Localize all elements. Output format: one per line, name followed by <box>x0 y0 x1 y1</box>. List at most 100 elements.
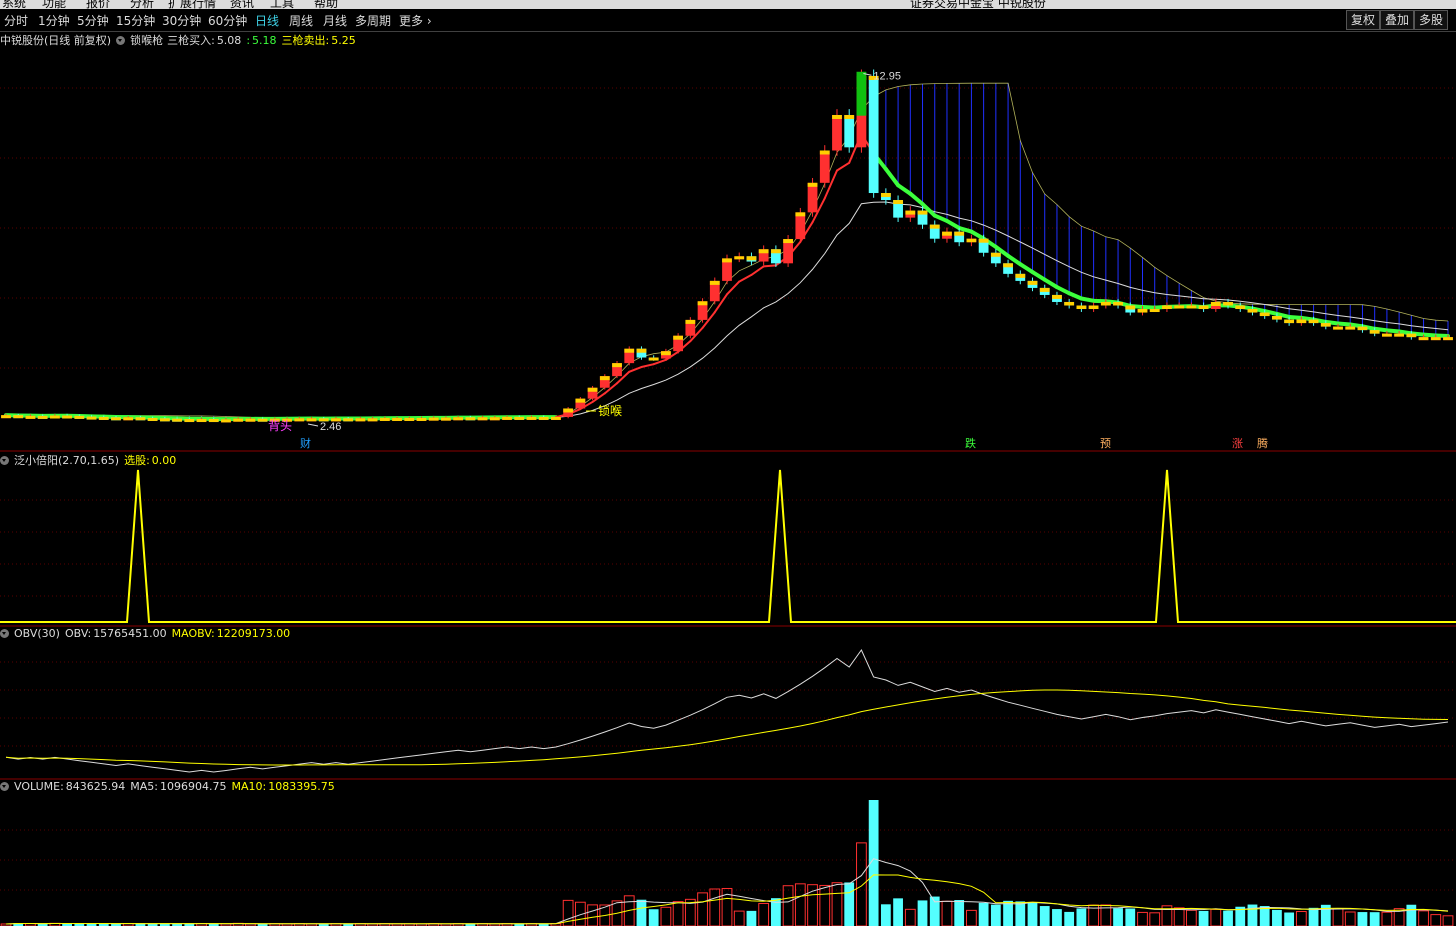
period-tab-10[interactable]: 更多 › <box>399 12 432 29</box>
toolbar-button-1[interactable]: 叠加 <box>1380 10 1415 30</box>
candle-body <box>746 256 757 262</box>
menu-item-0[interactable]: 系统 <box>2 0 26 9</box>
signal-menu-icon[interactable] <box>0 456 9 465</box>
candle-body <box>929 224 940 239</box>
obv-menu-icon[interactable] <box>0 629 9 638</box>
candle-body <box>722 258 732 281</box>
menu-item-1[interactable]: 功能 <box>42 0 66 9</box>
candle-body <box>404 417 415 421</box>
candle-body <box>819 150 830 183</box>
volume-bar <box>587 904 598 926</box>
volume-menu-icon[interactable] <box>0 782 9 791</box>
period-tab-1[interactable]: 1分钟 <box>38 12 70 29</box>
period-tab-2[interactable]: 5分钟 <box>77 12 109 29</box>
volume-bar <box>904 908 916 926</box>
candle-body <box>1333 326 1343 330</box>
candle-body <box>990 252 1001 264</box>
volume-bar <box>611 900 623 926</box>
ma10-value: 1083395.75 <box>268 780 335 793</box>
candle-body <box>1113 301 1123 306</box>
slow-average-line <box>5 201 1449 420</box>
period-tab-9[interactable]: 多周期 <box>355 12 391 29</box>
candle-body <box>856 75 867 148</box>
menu-item-3[interactable]: 分析 <box>130 0 154 9</box>
candle-cap <box>966 238 977 243</box>
volume-bar <box>684 898 696 926</box>
fast-average-segment <box>1421 332 1438 338</box>
fast-average-segment <box>1397 329 1414 336</box>
volume-bar <box>1052 909 1062 926</box>
candle-body <box>1284 319 1295 324</box>
fast-average-segment <box>713 293 728 314</box>
candle-body <box>599 376 610 388</box>
candle-body <box>1149 309 1160 313</box>
toolbar-button-2[interactable]: 多股 <box>1414 10 1449 30</box>
fast-average-segment <box>871 151 888 172</box>
volume-bar <box>709 888 721 926</box>
candle-body <box>98 416 109 420</box>
candle-cap <box>441 417 451 421</box>
menu-item-2[interactable]: 报价 <box>86 0 110 9</box>
menu-item-5[interactable]: 资讯 <box>230 0 254 9</box>
candle-cap <box>1284 319 1295 324</box>
volume-bar <box>660 906 672 926</box>
candle-cap <box>1149 309 1160 313</box>
candle-cap <box>477 417 488 421</box>
candle-cap <box>1015 273 1026 278</box>
candle-body <box>1 415 11 419</box>
candle-body <box>648 357 659 361</box>
volume-bar <box>648 909 659 926</box>
fast-average-segment <box>1054 285 1072 296</box>
candle-body <box>477 417 488 421</box>
period-tab-8[interactable]: 月线 <box>323 12 347 29</box>
period-tab-0[interactable]: 分时 <box>4 12 28 29</box>
candle-cap <box>673 335 684 340</box>
candle-body <box>636 348 647 358</box>
volume-bar <box>770 898 781 926</box>
volume-bar <box>721 887 733 926</box>
fast-average-segment <box>993 244 1011 258</box>
period-tab-7[interactable]: 周线 <box>289 12 313 29</box>
signal-cai: 财 <box>300 436 311 450</box>
toolbar-button-0[interactable]: 复权 <box>1346 10 1381 30</box>
indicator-menu-icon[interactable] <box>116 36 126 45</box>
maobv-value: 12209173.00 <box>216 627 291 640</box>
period-tab-5[interactable]: 60分钟 <box>208 12 247 29</box>
candle-cap <box>49 415 60 419</box>
candle-cap <box>1235 305 1246 310</box>
candle-cap <box>159 418 170 422</box>
candle-cap <box>1137 309 1148 313</box>
menu-item-6[interactable]: 工具 <box>270 0 294 9</box>
period-tab-6[interactable]: 日线 <box>255 12 279 29</box>
window-title: 证券交易中金宝 中锐股份 <box>910 0 1046 9</box>
candle-body <box>917 210 928 225</box>
mid-value: 5.18 <box>252 34 277 47</box>
fast-average-segment <box>591 392 606 403</box>
candle-body <box>1076 305 1087 310</box>
fast-average-segment <box>981 236 998 249</box>
candle-cap <box>1320 323 1331 327</box>
fast-average-segment <box>1323 319 1341 326</box>
candle-body <box>1003 263 1013 274</box>
candle-cap <box>514 416 525 420</box>
menu-item-7[interactable]: 帮助 <box>314 0 338 9</box>
fast-average-segment <box>579 400 594 411</box>
period-tab-3[interactable]: 15分钟 <box>116 12 155 29</box>
buy-value: 5.08 <box>216 34 242 47</box>
menu-item-4[interactable]: 扩展行情 <box>168 0 216 9</box>
maobv-label: MAOBV: <box>171 627 215 640</box>
volume-bar <box>623 895 635 926</box>
candle-body <box>489 417 500 421</box>
period-tab-4[interactable]: 30分钟 <box>162 12 201 29</box>
fast-average-segment <box>1140 304 1157 310</box>
candle-cap <box>306 418 317 422</box>
candle-cap <box>196 419 207 423</box>
candle-body <box>392 417 402 421</box>
candle-cap <box>661 351 671 356</box>
fast-average-segment <box>664 350 680 361</box>
obv-name: OBV(30) <box>14 627 60 640</box>
volume-bar <box>1284 912 1295 926</box>
candle-cap <box>1430 337 1441 341</box>
candle-body <box>942 231 952 239</box>
fast-average-segment <box>774 255 790 267</box>
